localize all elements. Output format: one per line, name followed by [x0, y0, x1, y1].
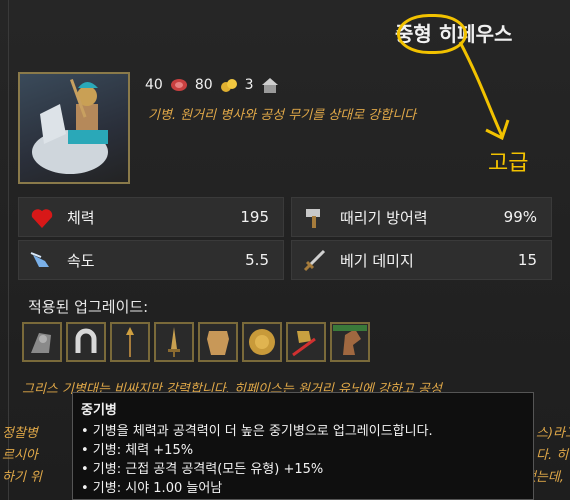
meat-icon — [170, 79, 187, 91]
lore-line-3b: 다. 히 — [536, 448, 569, 463]
unit-portrait — [18, 72, 130, 184]
annotation-arrow — [458, 41, 510, 141]
house-icon — [261, 78, 278, 93]
lore-line-4a: 하기 위 — [2, 470, 43, 485]
gold-cost: 80 — [194, 77, 213, 93]
spear-icon[interactable] — [110, 322, 150, 362]
stat-speed-label: 속도 — [67, 251, 95, 270]
lore-line-2a: 정찰병 — [2, 426, 38, 441]
stat-crush-armor-value: 99% — [503, 208, 537, 226]
sword-icon — [303, 249, 326, 272]
tooltip-line-1: • 기병을 체력과 공격력이 더 높은 중기병으로 업그레이드합니다. — [81, 424, 433, 439]
upgrade-tooltip: 중기병 • 기병을 체력과 공격력이 더 높은 중기병으로 업그레이드합니다. … — [72, 392, 534, 500]
heart-icon — [31, 209, 53, 228]
upgrades-title: 적용된 업그레이드: — [28, 298, 149, 316]
tooltip-line-3: • 기병: 근접 공격 공격력(모든 유형) +15% — [81, 462, 324, 477]
stat-speed-value: 5.5 — [245, 251, 269, 269]
stat-slash-damage-label: 베기 데미지 — [340, 251, 414, 270]
lore-line-3a: 르시아 — [2, 448, 38, 463]
sword-upgrade-icon[interactable] — [154, 322, 194, 362]
hammer-icon — [306, 209, 320, 228]
armor-icon[interactable] — [198, 322, 238, 362]
annotation-text: 고급 — [488, 151, 529, 176]
tooltip-line-2: • 기병: 체력 +15% — [81, 443, 194, 458]
winged-foot-icon — [30, 252, 49, 267]
horseshoe-icon[interactable] — [66, 322, 106, 362]
cost-row: 40 80 3 — [145, 76, 280, 94]
stat-health-label: 체력 — [67, 208, 95, 227]
horse-head-icon[interactable] — [330, 322, 370, 362]
upgrades-list — [22, 322, 370, 362]
stat-crush-armor: 때리기 방어력 99% — [291, 197, 552, 237]
lore-line-2b: 스)라고 — [536, 426, 570, 441]
armored-horse-icon[interactable] — [22, 322, 62, 362]
food-cost: 40 — [145, 77, 163, 93]
stat-health-value: 195 — [240, 208, 269, 226]
tooltip-line-4: • 기병: 시야 1.00 늘어남 — [81, 481, 223, 496]
stat-crush-armor-label: 때리기 방어력 — [340, 208, 428, 227]
tooltip-title: 중기병 — [81, 403, 117, 418]
stat-speed: 속도 5.5 — [18, 240, 284, 280]
population-cost: 3 — [244, 77, 254, 93]
stat-slash-damage: 베기 데미지 15 — [291, 240, 552, 280]
stat-slash-damage-value: 15 — [517, 251, 537, 269]
unit-description: 기병. 원거리 병사와 공성 무기를 상대로 강합니다 — [148, 108, 417, 123]
gold-icon — [220, 79, 237, 92]
stat-health: 체력 195 — [18, 197, 284, 237]
helmet-blade-icon[interactable] — [286, 322, 326, 362]
shield-icon[interactable] — [242, 322, 282, 362]
